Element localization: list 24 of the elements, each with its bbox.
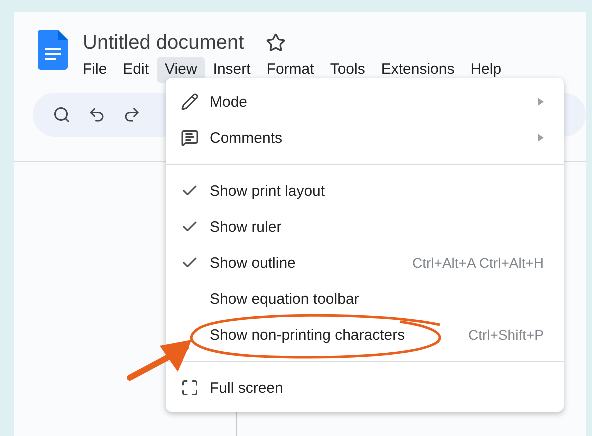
menu-item[interactable]: Show outline Ctrl+Alt+A Ctrl+Alt+H — [166, 245, 564, 281]
search-icon[interactable] — [53, 106, 71, 124]
menu-item[interactable]: Show print layout — [166, 173, 564, 209]
menu-item[interactable]: Show non-printing characters Ctrl+Shift+P — [166, 317, 564, 353]
redo-icon[interactable] — [123, 106, 141, 124]
annotation-arrow — [127, 340, 192, 381]
star-icon[interactable] — [266, 33, 286, 53]
menu-item[interactable]: Mode — [166, 84, 564, 120]
menu-item[interactable]: Comments — [166, 120, 564, 156]
shortcut-text: Ctrl+Shift+P — [468, 327, 544, 343]
submenu-arrow-icon — [538, 134, 544, 142]
fullscreen-icon — [181, 379, 199, 397]
document-title[interactable]: Untitled document — [83, 30, 244, 56]
menu-bar-item[interactable]: File — [75, 57, 116, 83]
shortcut-text: Ctrl+Alt+A Ctrl+Alt+H — [412, 255, 544, 271]
pencil-icon — [181, 93, 199, 111]
menu-item[interactable]: Full screen — [166, 370, 564, 406]
comment-icon — [181, 129, 199, 147]
menu-item[interactable]: Show equation toolbar — [166, 281, 564, 317]
undo-icon[interactable] — [88, 106, 106, 124]
document-icon[interactable] — [38, 30, 68, 70]
menu-bar-item[interactable]: Edit — [115, 57, 158, 83]
submenu-arrow-icon — [538, 98, 544, 106]
menu-item[interactable]: Show ruler — [166, 209, 564, 245]
